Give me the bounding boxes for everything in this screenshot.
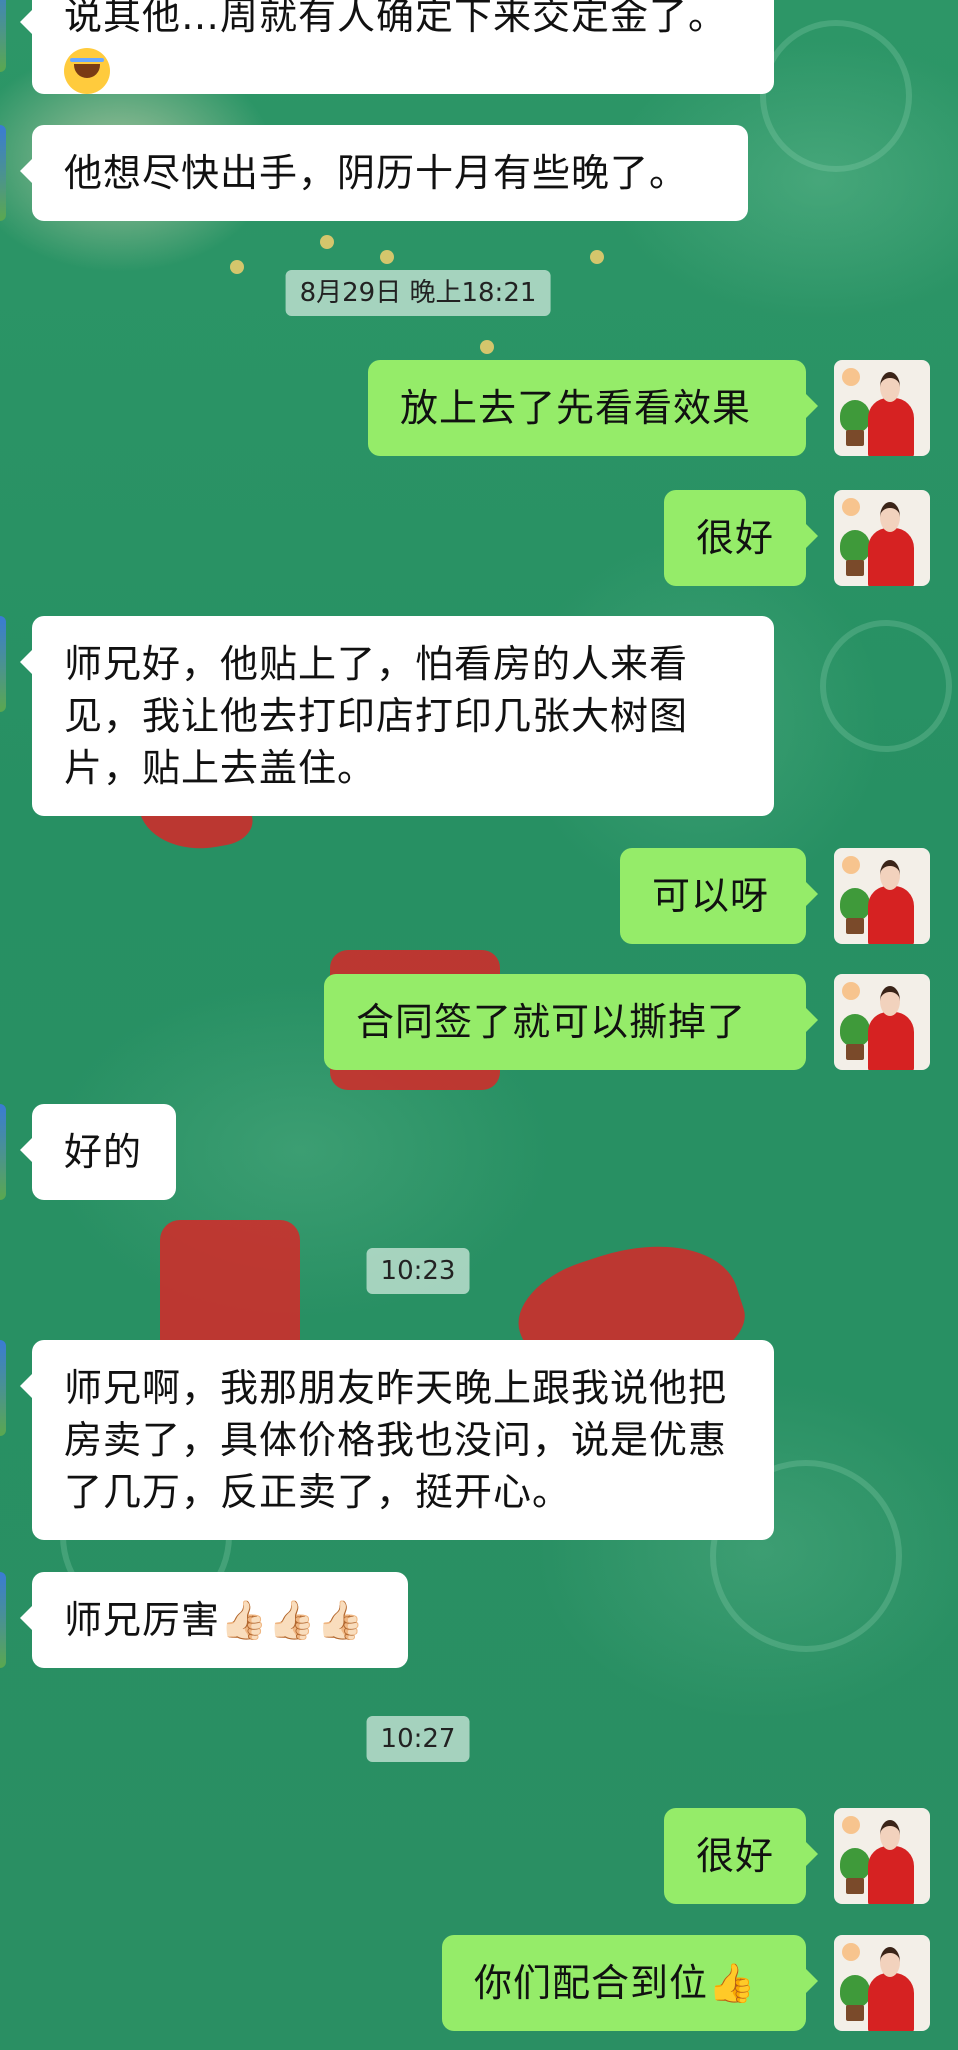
contact-avatar[interactable] bbox=[0, 125, 6, 221]
message-text: 你们配合到位👍 bbox=[474, 1961, 757, 2005]
message-row: 放上去了先看看效果 bbox=[368, 360, 930, 456]
message-bubble-incoming[interactable]: 他想尽快出手，阴历十月有些晚了。 bbox=[20, 125, 748, 221]
message-row: 师兄啊，我那朋友昨天晚上跟我说他把房卖了，具体价格我也没问，说是优惠了几万，反正… bbox=[0, 1340, 774, 1540]
contact-avatar[interactable] bbox=[0, 616, 6, 712]
message-row: 可以呀 bbox=[620, 848, 930, 944]
my-avatar[interactable] bbox=[834, 1935, 930, 2031]
message-bubble-incoming[interactable]: 师兄厉害👍🏻👍🏻👍🏻 bbox=[20, 1572, 408, 1668]
message-row: 好的 bbox=[0, 1104, 176, 1200]
message-bubble-outgoing[interactable]: 你们配合到位👍 bbox=[442, 1935, 818, 2031]
message-text: 很好 bbox=[696, 516, 775, 560]
message-row: 说其他…周就有人确定下来交定金了。 bbox=[0, 0, 774, 94]
message-text: 很好 bbox=[696, 1834, 775, 1878]
message-bubble-outgoing[interactable]: 合同签了就可以撕掉了 bbox=[324, 974, 818, 1070]
message-row: 师兄厉害👍🏻👍🏻👍🏻 bbox=[0, 1572, 408, 1668]
message-bubble-outgoing[interactable]: 很好 bbox=[664, 490, 818, 586]
timestamp: 8月29日 晚上18:21 bbox=[285, 270, 551, 316]
message-text: 说其他…周就有人确定下来交定金了。 bbox=[64, 0, 728, 38]
message-row: 很好 bbox=[664, 490, 930, 586]
message-bubble-incoming[interactable]: 师兄好，他贴上了，怕看房的人来看见，我让他去打印店打印几张大树图片，贴上去盖住。 bbox=[20, 616, 774, 816]
message-row: 师兄好，他贴上了，怕看房的人来看见，我让他去打印店打印几张大树图片，贴上去盖住。 bbox=[0, 616, 774, 816]
my-avatar[interactable] bbox=[834, 490, 930, 586]
my-avatar[interactable] bbox=[834, 974, 930, 1070]
my-avatar[interactable] bbox=[834, 360, 930, 456]
contact-avatar[interactable] bbox=[0, 1104, 6, 1200]
message-bubble-incoming[interactable]: 师兄啊，我那朋友昨天晚上跟我说他把房卖了，具体价格我也没问，说是优惠了几万，反正… bbox=[20, 1340, 774, 1540]
message-text: 放上去了先看看效果 bbox=[400, 386, 752, 430]
message-text: 合同签了就可以撕掉了 bbox=[356, 1000, 747, 1044]
message-row: 他想尽快出手，阴历十月有些晚了。 bbox=[0, 125, 748, 221]
message-row: 你们配合到位👍 bbox=[442, 1935, 930, 2031]
contact-avatar[interactable] bbox=[0, 0, 6, 72]
message-text: 好的 bbox=[64, 1130, 143, 1174]
contact-avatar[interactable] bbox=[0, 1572, 6, 1668]
my-avatar[interactable] bbox=[834, 848, 930, 944]
message-bubble-outgoing[interactable]: 可以呀 bbox=[620, 848, 818, 944]
contact-avatar[interactable] bbox=[0, 1340, 6, 1436]
message-bubble-outgoing[interactable]: 很好 bbox=[664, 1808, 818, 1904]
timestamp: 10:23 bbox=[366, 1248, 470, 1294]
message-text: 师兄啊，我那朋友昨天晚上跟我说他把房卖了，具体价格我也没问，说是优惠了几万，反正… bbox=[64, 1366, 728, 1514]
message-text: 师兄好，他贴上了，怕看房的人来看见，我让他去打印店打印几张大树图片，贴上去盖住。 bbox=[64, 642, 689, 790]
message-bubble-outgoing[interactable]: 放上去了先看看效果 bbox=[368, 360, 818, 456]
message-row: 很好 bbox=[664, 1808, 930, 1904]
message-text: 可以呀 bbox=[652, 874, 770, 918]
message-bubble-incoming[interactable]: 好的 bbox=[20, 1104, 176, 1200]
timestamp: 10:27 bbox=[366, 1716, 470, 1762]
message-row: 合同签了就可以撕掉了 bbox=[324, 974, 930, 1070]
message-text: 他想尽快出手，阴历十月有些晚了。 bbox=[64, 151, 689, 195]
message-text: 师兄厉害👍🏻👍🏻👍🏻 bbox=[64, 1598, 365, 1642]
message-bubble-incoming[interactable]: 说其他…周就有人确定下来交定金了。 bbox=[20, 0, 774, 94]
my-avatar[interactable] bbox=[834, 1808, 930, 1904]
laughing-crying-emoji-icon bbox=[64, 47, 110, 94]
